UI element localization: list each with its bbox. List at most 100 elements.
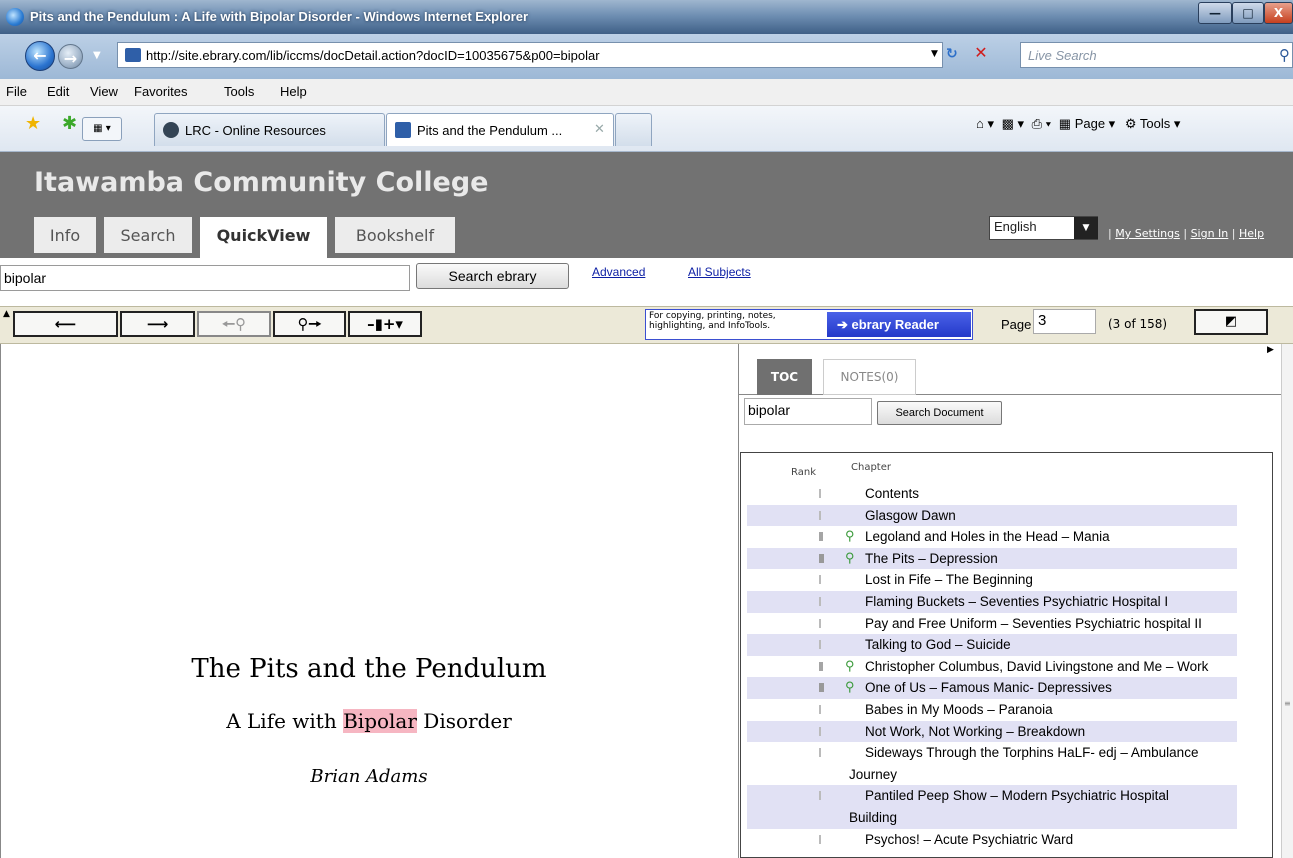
lrc-favicon-icon	[163, 122, 179, 138]
menu-help[interactable]: Help	[280, 84, 307, 99]
book-subtitle: A Life with Bipolar Disorder	[0, 709, 738, 733]
ie-logo-icon	[6, 8, 24, 26]
tools-menu[interactable]: ⚙ Tools ▾	[1125, 116, 1181, 131]
toc-chapter-row[interactable]: Pantiled Peep Show – Modern Psychiatric …	[747, 785, 1237, 829]
next-page-button[interactable]: ⟶	[120, 311, 195, 337]
chapter-title-continued[interactable]: Building	[747, 807, 1237, 829]
toc-chapter-row[interactable]: Not Work, Not Working – Breakdown	[747, 720, 1237, 743]
stop-icon[interactable]: ✕	[972, 43, 990, 63]
all-subjects-link[interactable]: All Subjects	[688, 265, 751, 279]
toc-chapter-row[interactable]: ⚲ Christopher Columbus, David Livingstone…	[747, 656, 1237, 678]
toc-chapter-row[interactable]: ⚲ One of Us – Famous Manic- Depressives	[747, 677, 1237, 699]
favorites-star-icon[interactable]: ★	[25, 113, 41, 134]
menu-edit[interactable]: Edit	[47, 84, 69, 99]
home-icon[interactable]: ⌂ ▾	[976, 116, 994, 132]
toc-chapter-row[interactable]: Talking to God – Suicide	[747, 634, 1237, 656]
nav-tab-bookshelf[interactable]: Bookshelf	[335, 217, 455, 253]
vertical-scrollbar[interactable]: ≡	[1281, 344, 1293, 858]
live-search-placeholder: Live Search	[1028, 48, 1097, 63]
toc-chapter-row[interactable]: Contents	[747, 483, 1237, 505]
browser-tab-lrc[interactable]: LRC - Online Resources	[154, 113, 385, 146]
new-tab-button[interactable]	[615, 113, 652, 146]
search-document-button[interactable]: Search Document	[877, 401, 1002, 425]
add-favorite-icon[interactable]: ✱	[62, 113, 77, 134]
page-number-input[interactable]: 3	[1033, 309, 1096, 334]
page-icon: ▦	[1058, 116, 1075, 131]
print-icon[interactable]: ⎙ ▾	[1032, 116, 1051, 132]
feeds-icon[interactable]: ▩ ▾	[1002, 116, 1024, 132]
back-button[interactable]: ←	[25, 41, 55, 71]
toc-chapter-row[interactable]: ⚲ The Pits – Depression	[747, 547, 1237, 570]
collapse-right-icon[interactable]: ▶	[1267, 345, 1274, 355]
back-arrow-icon: ←	[33, 46, 47, 65]
menu-bar: File Edit View Favorites Tools Help	[0, 79, 1293, 106]
link-separator: |	[1183, 227, 1188, 240]
toc-chapter-row[interactable]: Babes in My Moods – Paranoia	[747, 699, 1237, 721]
panel-tabs	[738, 359, 1281, 395]
nav-tab-info[interactable]: Info	[34, 217, 96, 253]
scroll-grip-icon: ≡	[1284, 699, 1291, 708]
reader-description: For copying, printing, notes, highlighti…	[649, 311, 776, 331]
collapse-up-icon[interactable]: ▲	[3, 309, 10, 319]
refresh-icon[interactable]: ↻	[946, 46, 958, 62]
menu-file[interactable]: File	[6, 84, 27, 99]
menu-tools[interactable]: Tools	[224, 84, 254, 99]
page-menu[interactable]: ▦ Page ▾	[1059, 116, 1115, 131]
toc-chapter-row[interactable]: Sideways Through the Torphins HaLF- edj …	[747, 742, 1237, 785]
document-search-input[interactable]: bipolar	[744, 398, 872, 425]
search-hit-icon[interactable]: ⚲	[845, 525, 855, 547]
nav-tab-quickview[interactable]: QuickView	[200, 217, 327, 258]
menu-view[interactable]: View	[90, 84, 118, 99]
ebrary-reader-button[interactable]: ➔ ebrary Reader	[827, 312, 971, 337]
maximize-button[interactable]: □	[1232, 2, 1264, 24]
search-magnifier-icon[interactable]: ⚲	[1279, 46, 1290, 64]
zoom-icon: –▮+▾	[367, 315, 403, 333]
live-search-field[interactable]: Live Search ⚲	[1020, 42, 1293, 68]
search-ebrary-button[interactable]: Search ebrary	[416, 263, 569, 289]
quick-tabs-button[interactable]: ▦ ▾	[82, 117, 122, 141]
toc-chapter-row[interactable]: Lost in Fife – The Beginning	[747, 569, 1237, 591]
previous-hit-button[interactable]: 🠔⚲	[197, 311, 271, 337]
window-title: Pits and the Pendulum : A Life with Bipo…	[30, 9, 529, 24]
search-hit-icon[interactable]: ⚲	[845, 676, 855, 698]
history-dropdown-icon[interactable]: ▼	[93, 50, 101, 61]
previous-page-button[interactable]: ⟵	[13, 311, 118, 337]
ebrary-reader-label: ebrary Reader	[851, 317, 939, 332]
next-hit-icon: ⚲🠖	[297, 315, 322, 333]
tab-close-icon[interactable]: ✕	[594, 122, 605, 137]
toc-chapter-row[interactable]: ⚲ Legoland and Holes in the Head – Mania	[747, 526, 1237, 548]
help-link[interactable]: Help	[1239, 227, 1264, 240]
chapter-title-continued[interactable]: Journey	[747, 764, 1237, 786]
toc-chapter-row[interactable]: Psychos! – Acute Psychiatric Ward	[747, 829, 1237, 851]
my-settings-link[interactable]: My Settings	[1115, 227, 1180, 240]
search-hit-icon[interactable]: ⚲	[845, 655, 855, 677]
tab-notes[interactable]: NOTES(0)	[823, 359, 916, 395]
nav-tab-search[interactable]: Search	[104, 217, 192, 253]
url-field[interactable]: http://site.ebrary.com/lib/iccms/docDeta…	[117, 42, 943, 68]
book-title: The Pits and the Pendulum	[191, 654, 547, 684]
language-select[interactable]: English ▼	[989, 216, 1098, 240]
minimize-button[interactable]: —	[1198, 2, 1232, 24]
account-links: | My Settings | Sign In | Help	[1108, 227, 1264, 240]
gear-icon: ⚙	[1124, 116, 1140, 131]
close-window-button[interactable]: X	[1264, 2, 1293, 24]
advanced-search-link[interactable]: Advanced	[592, 265, 645, 279]
toc-chapter-row[interactable]: Pay and Free Uniform – Seventies Psychia…	[747, 613, 1237, 635]
url-dropdown-icon[interactable]: ▼	[931, 49, 938, 59]
search-hit-icon[interactable]: ⚲	[845, 547, 855, 569]
tab-toc[interactable]: TOC	[757, 359, 812, 395]
previous-hit-icon: 🠔⚲	[221, 315, 247, 333]
browser-tab-label: LRC - Online Resources	[185, 123, 326, 138]
next-hit-button[interactable]: ⚲🠖	[273, 311, 346, 337]
toc-list: Rank Chapter Contents Glasgow Dawn ⚲ Legola…	[740, 452, 1273, 858]
forward-button[interactable]: →	[58, 44, 83, 69]
browser-tab-pits[interactable]: Pits and the Pendulum ... ✕	[386, 113, 614, 146]
college-name: Itawamba Community College	[34, 167, 489, 198]
toc-chapter-row[interactable]: Glasgow Dawn	[747, 504, 1237, 527]
zoom-button[interactable]: –▮+▾	[348, 311, 422, 337]
sign-in-link[interactable]: Sign In	[1191, 227, 1229, 240]
menu-favorites[interactable]: Favorites	[134, 84, 187, 99]
toggle-panel-button[interactable]: ◩	[1194, 309, 1268, 335]
toc-chapter-row[interactable]: Flaming Buckets – Seventies Psychiatric …	[747, 591, 1237, 613]
ebrary-search-input[interactable]: bipolar	[0, 265, 410, 291]
